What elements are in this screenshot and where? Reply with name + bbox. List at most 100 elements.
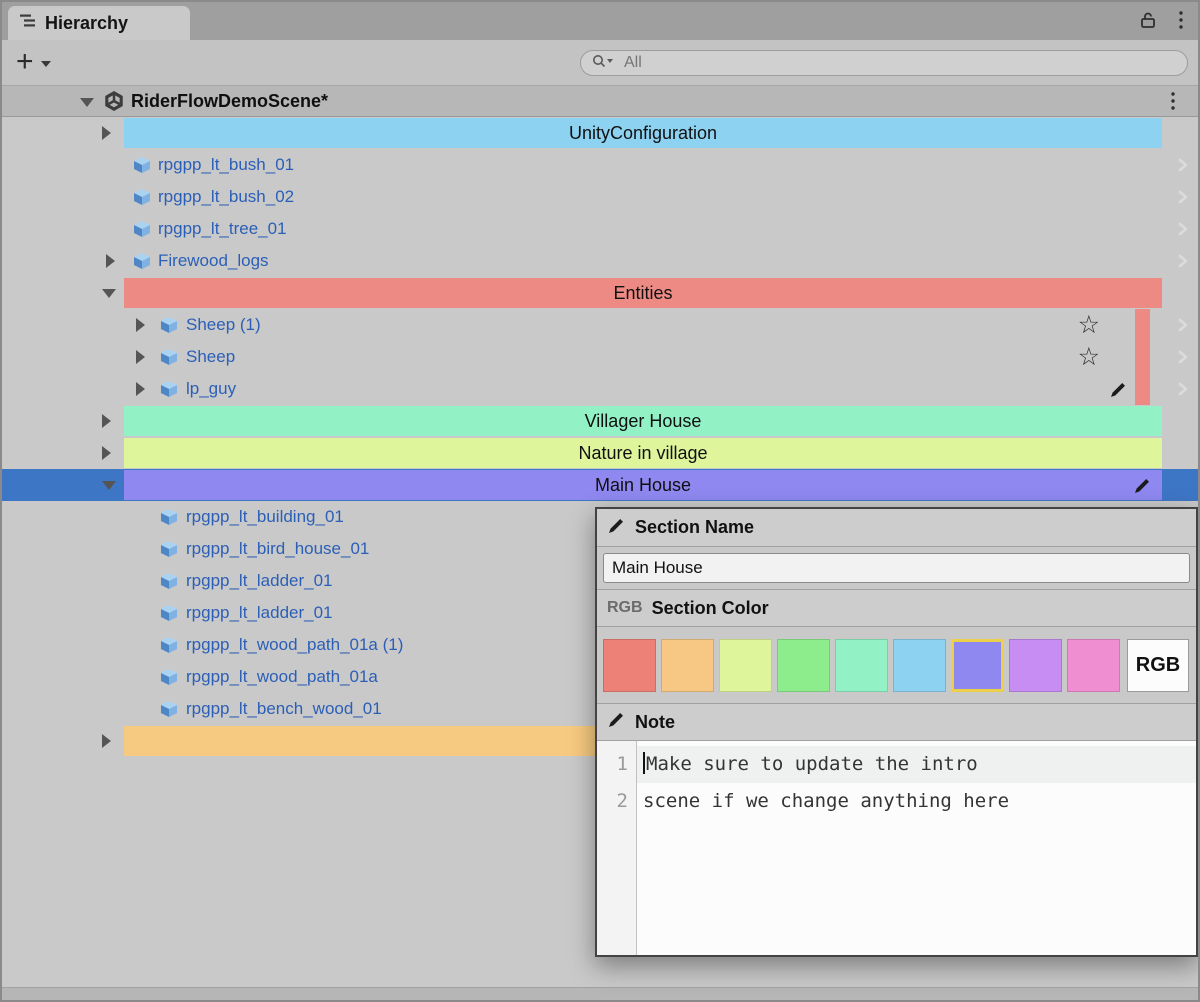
color-swatch[interactable] — [893, 639, 946, 692]
search-input[interactable] — [622, 53, 1177, 73]
note-label: Note — [635, 712, 675, 733]
prefab-cube-icon — [133, 188, 151, 206]
tree-row[interactable]: Sheep ☆ — [2, 341, 1198, 373]
section-color-strip — [1135, 373, 1150, 405]
hierarchy-toolbar: + — [2, 40, 1198, 86]
tree-row[interactable]: lp_guy — [2, 373, 1198, 405]
color-swatch[interactable] — [1009, 639, 1062, 692]
tree-row[interactable]: Sheep (1) ☆ — [2, 309, 1198, 341]
foldout-icon[interactable] — [136, 350, 145, 364]
section-editor-popup: Section Name RGB Section Color RGB Note — [595, 507, 1198, 957]
chevron-right-icon[interactable] — [1176, 155, 1190, 175]
color-swatch[interactable] — [603, 639, 656, 692]
prefab-cube-icon — [160, 668, 178, 686]
favorite-star-icon[interactable]: ☆ — [1078, 342, 1100, 372]
section-row-main-house[interactable]: Main House — [2, 469, 1198, 501]
prefab-cube-icon — [160, 380, 178, 398]
scene-foldout-icon[interactable] — [80, 98, 94, 107]
tab-hierarchy[interactable]: Hierarchy — [8, 6, 190, 40]
chevron-right-icon[interactable] — [1176, 187, 1190, 207]
color-swatch[interactable] — [777, 639, 830, 692]
color-swatch-selected[interactable] — [951, 639, 1004, 692]
hierarchy-list-icon — [20, 13, 36, 33]
item-label: Sheep — [186, 341, 235, 373]
pencil-icon — [607, 516, 626, 540]
scene-menu-icon[interactable] — [1170, 91, 1176, 116]
foldout-icon[interactable] — [102, 446, 111, 460]
note-line: Make sure to update the intro — [637, 746, 1196, 783]
item-label: rpgpp_lt_tree_01 — [158, 213, 287, 245]
chevron-right-icon[interactable] — [1176, 347, 1190, 367]
section-row-unityconfiguration[interactable]: UnityConfiguration — [2, 117, 1198, 149]
color-swatch[interactable] — [835, 639, 888, 692]
section-bar[interactable]: Nature in village — [124, 438, 1162, 468]
search-icon — [591, 53, 617, 74]
item-label: rpgpp_lt_building_01 — [186, 501, 344, 533]
note-header: Note — [597, 703, 1196, 741]
scene-header-row[interactable]: RiderFlowDemoScene* — [2, 86, 1198, 117]
section-bar[interactable]: UnityConfiguration — [124, 118, 1162, 148]
color-swatch[interactable] — [1067, 639, 1120, 692]
item-label: rpgpp_lt_ladder_01 — [186, 565, 333, 597]
section-bar[interactable]: Main House — [124, 470, 1162, 500]
line-number-gutter: 1 2 — [597, 741, 637, 955]
section-bar[interactable]: Villager House — [124, 406, 1162, 436]
prefab-cube-icon — [160, 636, 178, 654]
chevron-right-icon[interactable] — [1176, 219, 1190, 239]
section-row-entities[interactable]: Entities — [2, 277, 1198, 309]
foldout-icon[interactable] — [102, 289, 116, 298]
foldout-icon[interactable] — [102, 734, 111, 748]
section-row-villager-house[interactable]: Villager House — [2, 405, 1198, 437]
prefab-cube-icon — [133, 220, 151, 238]
color-swatch[interactable] — [719, 639, 772, 692]
foldout-icon[interactable] — [102, 414, 111, 428]
line-number: 1 — [597, 746, 628, 783]
chevron-right-icon[interactable] — [1176, 315, 1190, 335]
section-label: Nature in village — [578, 443, 707, 464]
item-label: rpgpp_lt_bush_02 — [158, 181, 294, 213]
rgb-prefix-label: RGB — [607, 599, 643, 617]
section-name-header: Section Name — [597, 509, 1196, 547]
prefab-cube-icon — [133, 252, 151, 270]
bottom-scroll-strip[interactable] — [2, 987, 1198, 1000]
prefab-cube-icon — [160, 316, 178, 334]
section-name-input[interactable] — [603, 553, 1190, 583]
rgb-picker-button[interactable]: RGB — [1127, 639, 1189, 692]
note-editor[interactable]: 1 2 Make sure to update the intro scene … — [597, 741, 1196, 955]
section-label: Main House — [595, 475, 691, 496]
edit-pencil-icon[interactable] — [1109, 380, 1128, 399]
item-label: rpgpp_lt_ladder_01 — [186, 597, 333, 629]
search-field[interactable] — [580, 50, 1188, 76]
section-color-strip — [1135, 309, 1150, 341]
foldout-icon[interactable] — [136, 318, 145, 332]
panel-menu-icon[interactable] — [1178, 10, 1184, 30]
foldout-icon[interactable] — [106, 254, 115, 268]
foldout-icon[interactable] — [102, 481, 116, 490]
foldout-icon[interactable] — [136, 382, 145, 396]
prefab-cube-icon — [160, 348, 178, 366]
section-bar[interactable]: Entities — [124, 278, 1162, 308]
text-cursor — [643, 752, 645, 774]
chevron-right-icon[interactable] — [1176, 251, 1190, 271]
chevron-right-icon[interactable] — [1176, 379, 1190, 399]
tree-row[interactable]: rpgpp_lt_tree_01 — [2, 213, 1198, 245]
section-color-header: RGB Section Color — [597, 589, 1196, 627]
note-line: scene if we change anything here — [637, 783, 1196, 820]
section-row-nature-in-village[interactable]: Nature in village — [2, 437, 1198, 469]
foldout-icon[interactable] — [102, 126, 111, 140]
favorite-star-icon[interactable]: ☆ — [1078, 310, 1100, 340]
item-label: rpgpp_lt_wood_path_01a (1) — [186, 629, 403, 661]
create-button[interactable]: + — [16, 44, 51, 80]
tree-row[interactable]: rpgpp_lt_bush_01 — [2, 149, 1198, 181]
tree-row[interactable]: rpgpp_lt_bush_02 — [2, 181, 1198, 213]
prefab-cube-icon — [160, 604, 178, 622]
prefab-cube-icon — [160, 572, 178, 590]
prefab-cube-icon — [160, 508, 178, 526]
prefab-cube-icon — [160, 540, 178, 558]
tree-row[interactable]: Firewood_logs — [2, 245, 1198, 277]
note-text-area[interactable]: Make sure to update the intro scene if w… — [637, 741, 1196, 955]
edit-pencil-icon[interactable] — [1133, 476, 1152, 495]
color-swatch[interactable] — [661, 639, 714, 692]
tab-hierarchy-label: Hierarchy — [45, 13, 128, 34]
lock-icon[interactable] — [1138, 10, 1158, 30]
